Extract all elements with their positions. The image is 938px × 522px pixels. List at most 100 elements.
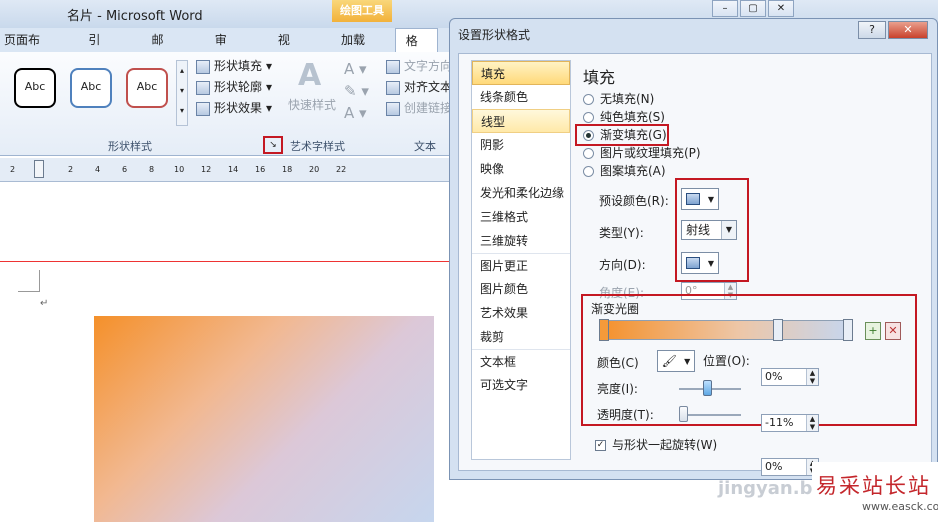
dialog-title: 设置形状格式 [458, 28, 531, 42]
dialog-body: 填充 线条颜色 线型 阴影 映像 发光和柔化边缘 三维格式 三维旋转 图片更正 … [458, 53, 932, 501]
transparency-spinner[interactable]: 0%▲▼ [761, 458, 819, 476]
gradient-fill-highlight [575, 124, 669, 146]
drawing-tools-context-tab: 绘图工具 [332, 0, 392, 22]
pencil-icon [196, 80, 210, 95]
watermark-brand: 易采站长站 [816, 474, 931, 498]
shape-effects-command[interactable]: 形状效果 ▾ [196, 98, 272, 119]
preset-colors-label: 预设颜色(R): [599, 194, 669, 208]
horizontal-ruler: 2 2 4 6 8 10 12 14 16 18 20 22 [0, 158, 460, 182]
shape-outline-command[interactable]: 形状轮廓 ▾ [196, 77, 272, 98]
remove-stop-icon[interactable]: ✕ [885, 322, 901, 340]
paint-bucket-icon [196, 59, 210, 74]
gradient-stops-label: 渐变光圈 [591, 302, 640, 316]
align-text-command[interactable]: 对齐文本 [386, 77, 452, 98]
nav-artistic-effects[interactable]: 艺术效果 [472, 301, 570, 325]
help-button[interactable]: ? [858, 21, 886, 39]
tab-review[interactable]: 审阅 [205, 28, 246, 71]
nav-glow-soft-edges[interactable]: 发光和柔化边缘 [472, 181, 570, 205]
radio-no-fill[interactable]: 无填充(N) [583, 90, 701, 108]
direction-label: 方向(D): [599, 258, 646, 272]
align-text-icon [386, 80, 400, 95]
transparency-slider-thumb[interactable] [679, 406, 688, 422]
brightness-spinner[interactable]: -11% ▲ ▼ [761, 414, 819, 432]
quick-styles-button[interactable]: 快速样式 [288, 96, 336, 113]
tab-mailings[interactable]: 邮件 [142, 28, 183, 71]
category-list: 填充 线条颜色 线型 阴影 映像 发光和柔化边缘 三维格式 三维旋转 图片更正 … [471, 60, 571, 460]
text-fill-icons: A ▾ ✎ ▾ A ▾ [344, 60, 369, 122]
brightness-label: 亮度(I): [597, 382, 638, 396]
margin-corner-mark [18, 270, 40, 292]
window-title: 名片 - Microsoft Word [67, 9, 203, 24]
stop-color-dropdown[interactable]: 🖌 ▼ [657, 350, 695, 372]
jingyan-watermark: jingyan.b [718, 478, 813, 499]
shape-fill-command[interactable]: 形状填充 ▾ [196, 56, 272, 77]
text-group-label: 文本 [414, 140, 436, 153]
tab-references[interactable]: 引用 [78, 28, 119, 71]
dialog-launcher-button[interactable]: ↘ [263, 136, 283, 154]
dialog-title-buttons: ? ✕ [858, 21, 928, 39]
tab-add-ins[interactable]: 加载项 [331, 28, 383, 71]
nav-text-box[interactable]: 文本框 [472, 349, 570, 373]
shape-commands: 形状填充 ▾ 形状轮廓 ▾ 形状效果 ▾ [196, 56, 272, 119]
dialog-close-icon[interactable]: ✕ [888, 21, 928, 39]
gradient-stop-2[interactable] [773, 319, 783, 341]
nav-3d-rotation[interactable]: 三维旋转 [472, 229, 570, 253]
nav-alt-text[interactable]: 可选文字 [472, 373, 570, 397]
effects-icon [196, 101, 210, 116]
nav-line-style[interactable]: 线型 [472, 109, 570, 133]
chevron-down-icon: ▼ [684, 356, 691, 366]
ribbon: Abc Abc Abc ▴ ▾ ▾ 形状填充 ▾ 形状轮廓 ▾ 形状效果 ▾ 形状样… [0, 52, 460, 156]
gradient-shape[interactable] [94, 316, 434, 522]
tab-page-layout[interactable]: 页面布局 [0, 28, 56, 71]
paint-bucket-icon: 🖌 [661, 354, 677, 368]
restore-button[interactable]: ▢ [740, 0, 766, 17]
site-watermark: 易采站长站 www.easck.com [812, 462, 938, 522]
nav-crop[interactable]: 裁剪 [472, 325, 570, 349]
nav-line-color[interactable]: 线条颜色 [472, 85, 570, 109]
minimize-button[interactable]: – [712, 0, 738, 17]
indent-marker[interactable] [34, 160, 44, 178]
shape-style-red[interactable]: Abc [126, 68, 168, 108]
gradient-stop-3[interactable] [843, 319, 853, 341]
ribbon-tabs: 页面布局 引用 邮件 审阅 视图 加载项 格式 [0, 28, 460, 72]
nav-reflection[interactable]: 映像 [472, 157, 570, 181]
gradient-bar[interactable] [599, 320, 851, 340]
nav-shadow[interactable]: 阴影 [472, 133, 570, 157]
panel-title: 填充 [583, 68, 616, 87]
gradient-stop-1[interactable] [599, 319, 609, 341]
radio-picture-fill[interactable]: 图片或纹理填充(P) [583, 144, 701, 162]
watermark-url: www.easck.com [862, 500, 938, 513]
nav-fill[interactable]: 填充 [472, 61, 570, 85]
paragraph-mark: ↵ [40, 298, 49, 309]
fill-panel: 填充 无填充(N) 纯色填充(S) 渐变填充(G) 图片或纹理填充(P) 图案填… [575, 60, 927, 476]
gradient-settings-highlight [675, 178, 749, 282]
check-icon: ✓ [595, 440, 606, 451]
position-spinner[interactable]: 0% ▲ ▼ [761, 368, 819, 386]
text-commands: 文字方向 对齐文本 创建链接 [386, 56, 452, 119]
brightness-slider-thumb[interactable] [703, 380, 712, 396]
create-link-command[interactable]: 创建链接 [386, 98, 452, 119]
transparency-slider[interactable] [679, 414, 741, 416]
word-close-button[interactable]: ✕ [768, 0, 794, 17]
art-text-group-label: 艺术字样式 [290, 140, 345, 153]
transparency-label: 透明度(T): [597, 408, 654, 422]
format-shape-dialog: 设置形状格式 ? ✕ 填充 线条颜色 线型 阴影 映像 发光和柔化边缘 三维格式… [449, 18, 938, 501]
nav-picture-corrections[interactable]: 图片更正 [472, 253, 570, 277]
text-direction-command[interactable]: 文字方向 [386, 56, 452, 77]
add-stop-icon[interactable]: + [865, 322, 881, 340]
tab-view[interactable]: 视图 [268, 28, 309, 71]
shape-styles-group-label: 形状样式 [108, 140, 152, 153]
shape-style-black[interactable]: Abc [14, 68, 56, 108]
shape-styles-scroll[interactable]: ▴ ▾ ▾ [176, 60, 188, 126]
link-icon [386, 101, 400, 116]
position-label: 位置(O): [703, 354, 750, 368]
nav-picture-color[interactable]: 图片颜色 [472, 277, 570, 301]
rotate-with-shape-checkbox[interactable]: ✓ 与形状一起旋转(W) [595, 436, 717, 454]
tab-format[interactable]: 格式 [394, 28, 438, 72]
art-text-a-icon: A [298, 58, 322, 93]
shape-style-blue[interactable]: Abc [70, 68, 112, 108]
color-label: 颜色(C) [597, 356, 639, 370]
type-label: 类型(Y): [599, 226, 644, 240]
text-direction-icon [386, 59, 400, 74]
nav-3d-format[interactable]: 三维格式 [472, 205, 570, 229]
